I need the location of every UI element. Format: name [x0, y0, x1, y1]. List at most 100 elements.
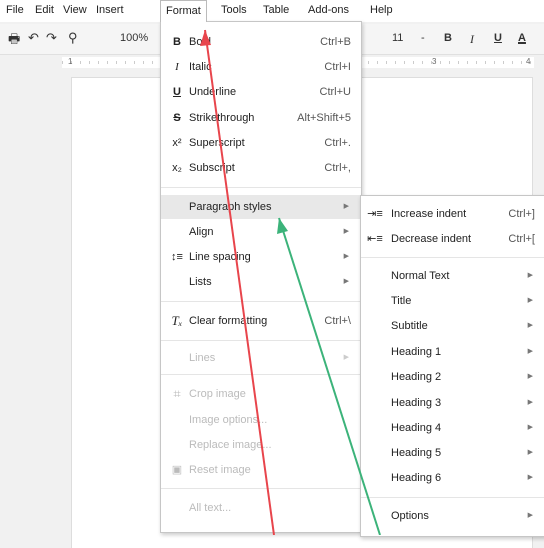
- submenu-arrow-icon: ▶: [343, 228, 349, 235]
- superscript-icon: x²: [172, 137, 182, 149]
- italic-icon: I: [175, 61, 179, 73]
- menu-view[interactable]: View: [63, 4, 87, 16]
- menu-item-heading-6[interactable]: Heading 6 ▶: [361, 466, 544, 490]
- submenu-arrow-icon: ▶: [527, 399, 533, 406]
- menu-item-align[interactable]: Align ▶: [161, 220, 361, 244]
- menu-item-italic[interactable]: I Italic Ctrl+I: [161, 55, 361, 79]
- menu-item-strikethrough[interactable]: S Strikethrough Alt+Shift+5: [161, 106, 361, 130]
- italic-button[interactable]: I: [470, 32, 474, 47]
- bold-icon: B: [173, 36, 181, 48]
- font-size-select[interactable]: 11: [392, 32, 403, 44]
- menu-item-lines: Lines ▶: [161, 346, 361, 370]
- menu-item-label: Image options...: [189, 414, 268, 426]
- zoom-select[interactable]: 100%: [120, 32, 148, 44]
- menu-separator: [161, 301, 361, 302]
- submenu-arrow-icon: ▶: [527, 424, 533, 431]
- menu-item-label: All text...: [189, 502, 232, 514]
- menu-item-label: Align: [189, 226, 214, 238]
- menu-item-decrease-indent[interactable]: ⇤≡ Decrease indent Ctrl+[: [361, 227, 544, 251]
- increase-indent-icon: ⇥≡: [367, 208, 383, 220]
- shortcut: Ctrl+I: [324, 61, 351, 73]
- shortcut: Ctrl+B: [320, 36, 351, 48]
- menu-item-label: Reset image: [189, 464, 251, 476]
- menu-item-label: Paragraph styles: [189, 201, 272, 213]
- menu-item-label: Decrease indent: [391, 233, 472, 245]
- menu-separator: [161, 374, 361, 375]
- menu-item-replace-image: Replace image...: [161, 433, 361, 457]
- menu-file[interactable]: File: [6, 4, 24, 16]
- menu-item-title[interactable]: Title ▶: [361, 289, 544, 313]
- menu-item-label: Line spacing: [189, 251, 251, 263]
- menu-item-label: Heading 6: [391, 472, 442, 484]
- menu-item-heading-2[interactable]: Heading 2 ▶: [361, 365, 544, 389]
- menu-separator: [161, 488, 361, 489]
- menu-item-label: Bold: [189, 36, 212, 48]
- format-menu: B Bold Ctrl+B I Italic Ctrl+I U Underlin…: [160, 21, 362, 533]
- paragraph-styles-submenu: ⇥≡ Increase indent Ctrl+] ⇤≡ Decrease in…: [360, 195, 544, 537]
- submenu-arrow-icon: ▶: [527, 297, 533, 304]
- reset-image-icon: ▣: [171, 464, 183, 476]
- menu-item-clear-formatting[interactable]: Tₓ Clear formatting Ctrl+\: [161, 309, 361, 333]
- paint-format-icon[interactable]: ⚲: [68, 30, 78, 46]
- menu-item-line-spacing[interactable]: ↕≡ Line spacing ▶: [161, 245, 361, 269]
- bold-button[interactable]: B: [444, 32, 452, 44]
- line-spacing-icon: ↕≡: [171, 251, 183, 263]
- font-size-dropdown[interactable]: -: [421, 32, 425, 44]
- menu-item-underline[interactable]: U Underline Ctrl+U: [161, 80, 361, 104]
- menu-item-label: Heading 4: [391, 422, 442, 434]
- menu-item-heading-1[interactable]: Heading 1 ▶: [361, 340, 544, 364]
- print-icon[interactable]: 🖶: [8, 30, 20, 52]
- submenu-arrow-icon: ▶: [527, 373, 533, 380]
- menu-item-label: Italic: [189, 61, 212, 73]
- menu-item-label: Title: [391, 295, 412, 307]
- shortcut: Alt+Shift+5: [297, 112, 351, 124]
- menu-item-lists[interactable]: Lists ▶: [161, 270, 361, 294]
- menu-item-bold[interactable]: B Bold Ctrl+B: [161, 30, 361, 54]
- submenu-arrow-icon: ▶: [527, 512, 533, 519]
- submenu-arrow-icon: ▶: [527, 348, 533, 355]
- menu-item-heading-4[interactable]: Heading 4 ▶: [361, 416, 544, 440]
- shortcut: Ctrl+]: [508, 208, 535, 220]
- menu-item-options[interactable]: Options ▶: [361, 504, 544, 528]
- menu-edit[interactable]: Edit: [35, 4, 54, 16]
- menu-item-crop-image: ⌗ Crop image: [161, 382, 361, 406]
- menu-item-subtitle[interactable]: Subtitle ▶: [361, 314, 544, 338]
- shortcut: Ctrl+[: [508, 233, 535, 245]
- menu-item-label: Strikethrough: [189, 112, 255, 124]
- shortcut: Ctrl+\: [324, 315, 351, 327]
- menu-item-label: Lines: [189, 352, 216, 364]
- menu-item-paragraph-styles[interactable]: Paragraph styles ▶: [161, 195, 361, 219]
- menu-help[interactable]: Help: [370, 4, 393, 16]
- menu-table[interactable]: Table: [263, 4, 289, 16]
- menu-format[interactable]: Format: [160, 0, 207, 22]
- shortcut: Ctrl+.: [324, 137, 351, 149]
- menu-item-normal-text[interactable]: Normal Text ▶: [361, 264, 544, 288]
- menu-item-superscript[interactable]: x² Superscript Ctrl+.: [161, 131, 361, 155]
- text-color-button[interactable]: A: [518, 32, 526, 44]
- redo-icon[interactable]: ↷: [46, 30, 57, 46]
- menu-add-ons[interactable]: Add-ons: [308, 4, 349, 16]
- menu-item-heading-5[interactable]: Heading 5 ▶: [361, 441, 544, 465]
- submenu-arrow-icon: ▶: [343, 354, 349, 361]
- menu-item-reset-image: ▣ Reset image: [161, 458, 361, 482]
- submenu-arrow-icon: ▶: [527, 322, 533, 329]
- ruler-number: 4: [526, 57, 531, 66]
- menu-item-subscript[interactable]: x₂ Subscript Ctrl+,: [161, 156, 361, 180]
- undo-icon[interactable]: ↶: [28, 30, 39, 46]
- menu-item-increase-indent[interactable]: ⇥≡ Increase indent Ctrl+]: [361, 202, 544, 226]
- submenu-arrow-icon: ▶: [343, 253, 349, 260]
- menu-item-label: Heading 3: [391, 397, 442, 409]
- menu-item-heading-3[interactable]: Heading 3 ▶: [361, 391, 544, 415]
- ruler-number: 3: [432, 57, 437, 66]
- strikethrough-icon: S: [173, 112, 181, 124]
- menu-insert[interactable]: Insert: [96, 4, 124, 16]
- clear-formatting-icon: Tₓ: [171, 313, 183, 328]
- menu-item-label: Heading 2: [391, 371, 442, 383]
- menu-item-label: Underline: [189, 86, 237, 98]
- menu-item-label: Crop image: [189, 388, 246, 400]
- menu-separator: [161, 340, 361, 341]
- menu-separator: [161, 187, 361, 188]
- underline-button[interactable]: U: [494, 32, 502, 44]
- menu-tools[interactable]: Tools: [221, 4, 247, 16]
- menu-item-label: Superscript: [189, 137, 245, 149]
